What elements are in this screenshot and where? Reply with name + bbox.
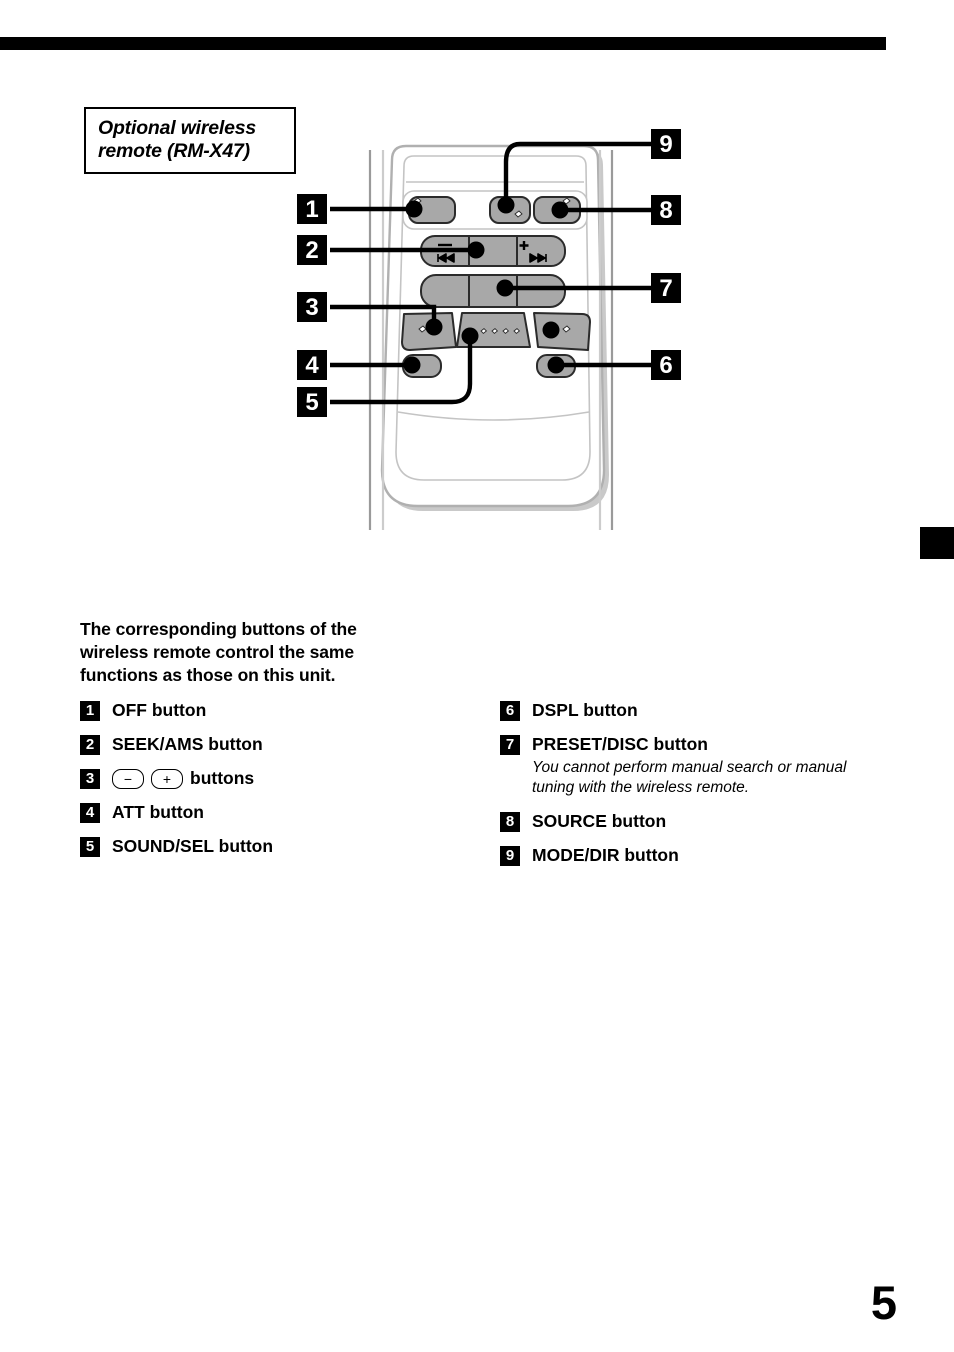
remote-button-preset-disc[interactable]: [420, 274, 566, 308]
legend-body-8: SOURCE button: [532, 811, 666, 832]
page-number: 5: [870, 1276, 897, 1329]
legend-label-2: SEEK/AMS button: [112, 734, 263, 755]
legend-label-1: OFF button: [112, 700, 207, 721]
legend-badge-6: 6: [500, 701, 520, 722]
callout-badge-1-label: 1: [305, 196, 318, 223]
legend-badge-7: 7: [500, 735, 520, 756]
callout-badge-3-label: 3: [305, 294, 318, 321]
legend-label-8: SOURCE button: [532, 810, 667, 831]
callout-badge-4: 4: [297, 350, 327, 380]
callout-badge-6-label: 6: [659, 352, 672, 379]
legend-item-7: 7 PRESET/DISC button You cannot perform …: [500, 734, 920, 798]
legend-badge-2: 2: [80, 735, 100, 756]
plus-button-icon: +: [151, 768, 183, 789]
legend-label-5: SOUND/SEL button: [112, 836, 274, 857]
legend-section: The corresponding buttons of the wireles…: [80, 618, 920, 880]
legend-badge-1: 1: [80, 701, 100, 722]
callout-badge-6: 6: [651, 350, 681, 380]
callout-badge-4-label: 4: [305, 352, 319, 379]
legend-badge-3: 3: [80, 769, 100, 790]
legend-column-left: 1 OFF button 2 SEEK/AMS button 3 − + but…: [80, 700, 480, 870]
callout-badge-5-label: 5: [305, 389, 318, 416]
legend-badge-9: 9: [500, 845, 520, 866]
callout-badge-2: 2: [297, 235, 327, 265]
legend-item-5: 5 SOUND/SEL button: [80, 836, 480, 858]
legend-label-3-text: buttons: [190, 768, 255, 789]
callout-badge-7-label: 7: [659, 275, 672, 302]
callout-badge-2-label: 2: [305, 237, 318, 264]
legend-item-2: 2 SEEK/AMS button: [80, 734, 480, 756]
legend-body-7: PRESET/DISC button You cannot perform ma…: [532, 734, 887, 798]
legend-label-6: DSPL button: [532, 700, 638, 721]
legend-item-3: 3 − + buttons: [80, 768, 480, 790]
legend-columns: 1 OFF button 2 SEEK/AMS button 3 − + but…: [80, 700, 920, 880]
callout-badge-1: 1: [297, 194, 327, 224]
legend-body-2: SEEK/AMS button: [112, 734, 263, 755]
remote-button-volume-up[interactable]: [533, 312, 591, 351]
callout-badge-8-label: 8: [659, 197, 672, 224]
legend-item-6: 6 DSPL button: [500, 700, 920, 722]
legend-body-1: OFF button: [112, 700, 206, 721]
callout-badge-5: 5: [297, 387, 327, 417]
legend-label-7: PRESET/DISC button: [532, 734, 708, 755]
callout-badge-9: 9: [651, 129, 681, 159]
legend-label-3: − + buttons: [112, 768, 254, 789]
remote-diagram-svg: 1 2 3 4 5 6 7 8 9: [297, 129, 681, 530]
legend-body-5: SOUND/SEL button: [112, 836, 273, 857]
legend-badge-4: 4: [80, 803, 100, 824]
legend-badge-8: 8: [500, 811, 520, 832]
legend-item-9: 9 MODE/DIR button: [500, 845, 920, 866]
callout-badge-3: 3: [297, 292, 327, 322]
legend-item-8: 8 SOURCE button: [500, 811, 920, 832]
legend-column-right: 6 DSPL button 7 PRESET/DISC button You c…: [500, 700, 920, 879]
legend-item-1: 1 OFF button: [80, 700, 480, 722]
callout-badge-9-label: 9: [659, 131, 672, 158]
callout-badge-7: 7: [651, 273, 681, 303]
legend-label-9: MODE/DIR button: [532, 844, 679, 865]
minus-button-icon: −: [112, 768, 144, 789]
legend-note-7: You cannot perform manual search or manu…: [532, 759, 847, 797]
legend-item-4: 4 ATT button: [80, 802, 480, 824]
legend-intro-text: The corresponding buttons of the wireles…: [80, 619, 357, 685]
legend-body-6: DSPL button: [532, 700, 638, 721]
minus-glyph: −: [123, 770, 133, 787]
plus-glyph: +: [162, 770, 172, 787]
legend-label-4: ATT button: [112, 802, 204, 823]
callout-badge-8: 8: [651, 195, 681, 225]
legend-badge-5: 5: [80, 837, 100, 858]
legend-body-9: MODE/DIR button: [532, 845, 679, 866]
legend-body-4: ATT button: [112, 802, 204, 823]
remote-diagram: 1 2 3 4 5 6 7 8 9: [0, 0, 954, 560]
legend-body-3: − + buttons: [112, 768, 254, 789]
